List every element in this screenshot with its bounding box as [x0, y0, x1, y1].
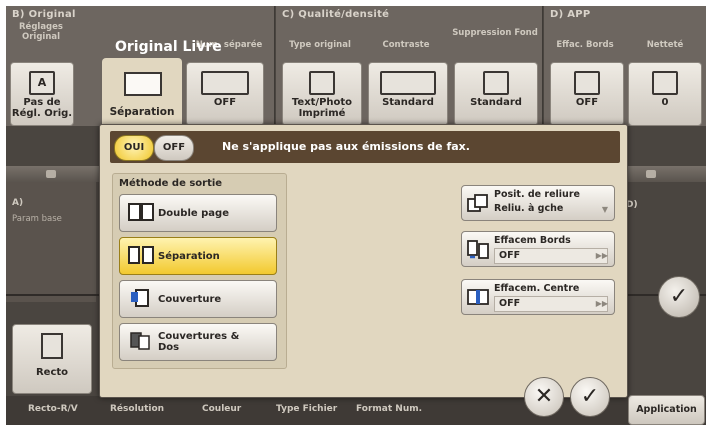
background-removal-icon [483, 71, 509, 95]
recto-label: Recto [35, 367, 69, 378]
popup-tab-label: Séparation [109, 106, 175, 118]
toggle-on-button[interactable]: OUI [114, 135, 154, 161]
app-header: D) APP [550, 9, 591, 20]
covers-and-back-label: Couvertures & Dos [158, 331, 240, 353]
contrast-button[interactable]: Standard [368, 62, 448, 126]
original-type-button[interactable]: Text/Photo Imprimé [282, 62, 362, 126]
edge-erase-button[interactable]: Effacem Bords OFF ▶▶ [461, 231, 615, 267]
chevron-right-icon: ▶▶ [595, 251, 608, 260]
page-numbers-icon [201, 71, 249, 95]
main-ok-button[interactable]: ✓ [658, 276, 700, 318]
application-button[interactable]: Application [628, 395, 705, 425]
output-method-group: Méthode de sortie Double page Séparation [112, 173, 287, 369]
recto-button[interactable]: Recto [12, 324, 92, 394]
separation-label: Séparation [158, 250, 220, 262]
a-letter-icon: A [29, 71, 55, 95]
scroll-knob[interactable] [46, 170, 56, 178]
app-col2-label: Netteté [646, 40, 684, 50]
contrast-icon [380, 71, 436, 95]
tab-resolution[interactable]: Résolution [110, 404, 164, 414]
center-erase-title: Effacem. Centre [494, 283, 580, 294]
background-removal-button[interactable]: Standard [454, 62, 538, 126]
separate-scan-value: OFF [213, 97, 237, 108]
cover-icon [131, 289, 149, 307]
center-erase-button[interactable]: Effacem. Centre OFF ▶▶ [461, 279, 615, 315]
center-erase-value: OFF [499, 298, 521, 309]
cover-button[interactable]: Couverture [119, 280, 277, 318]
edge-erase-icon [467, 240, 489, 259]
binding-position-icon [467, 194, 488, 212]
app-panel: D) APP Effac. Bords Netteté OFF 0 [544, 6, 706, 126]
binding-position-value: Reliu. à gche [494, 203, 564, 214]
single-side-icon [41, 333, 63, 359]
center-erase-field: OFF [494, 296, 608, 312]
binding-position-title: Posit. de reliure [494, 189, 580, 200]
tab-recto-verso[interactable]: Recto-R/V [28, 404, 78, 414]
edge-erase-bg-button[interactable]: OFF [550, 62, 624, 126]
chevron-right-icon: ▶▶ [595, 299, 608, 308]
covers-and-back-button[interactable]: Couvertures & Dos [119, 323, 277, 361]
quality-col3-label: Suppression Fond [452, 28, 538, 38]
basic-settings-panel: A) Param base [6, 182, 96, 302]
popup-title: Original Livre [115, 39, 222, 55]
quality-header: C) Qualité/densité [282, 9, 390, 20]
app-col1-label: Effac. Bords [556, 40, 614, 50]
text-photo-icon [309, 71, 335, 95]
dropdown-arrow-icon: ▼ [601, 205, 608, 214]
separate-scan-button[interactable]: OFF [186, 62, 264, 126]
no-original-setting-label: Pas de Régl. Orig. [11, 97, 73, 119]
tab-color[interactable]: Couleur [202, 404, 241, 414]
original-col1-label: Réglages Original [19, 22, 63, 42]
book-original-dialog: OUI OFF Ne s'applique pas aux émissions … [99, 124, 628, 417]
open-book-icon [128, 203, 154, 221]
output-method-label: Méthode de sortie [119, 178, 223, 189]
quality-col2-label: Contraste [382, 40, 430, 50]
separation-button[interactable]: Séparation [119, 237, 277, 275]
sharpness-icon [652, 71, 678, 95]
cancel-button[interactable]: ✕ [524, 377, 564, 417]
book-icon [124, 72, 162, 96]
edge-erase-bg-value: OFF [575, 97, 599, 108]
ok-button[interactable]: ✓ [570, 377, 610, 417]
center-erase-icon [467, 289, 489, 305]
edge-erase-value: OFF [499, 250, 521, 261]
copier-screen: B) Original Réglages Original Num. sépar… [6, 6, 706, 425]
fax-warning-message: Ne s'applique pas aux émissions de fax. [222, 140, 470, 153]
double-page-label: Double page [158, 207, 229, 219]
double-page-button[interactable]: Double page [119, 194, 277, 232]
tab-file-type[interactable]: Type Fichier [276, 404, 337, 414]
background-removal-value: Standard [470, 97, 522, 108]
cover-label: Couverture [158, 293, 222, 305]
dialog-header: OUI OFF Ne s'applique pas aux émissions … [110, 131, 620, 163]
no-original-setting-button[interactable]: A Pas de Régl. Orig. [10, 62, 74, 126]
separated-pages-icon [128, 246, 154, 264]
scroll-knob[interactable] [646, 170, 656, 178]
toggle-off-button[interactable]: OFF [154, 135, 194, 161]
binding-position-button[interactable]: Posit. de reliure Reliu. à gche ▼ [461, 185, 615, 221]
sharpness-button[interactable]: 0 [628, 62, 702, 126]
covers-back-icon [130, 332, 150, 350]
edge-erase-icon [574, 71, 600, 95]
basic-settings-header: A) [12, 198, 24, 208]
original-type-value: Text/Photo Imprimé [291, 97, 353, 119]
quality-panel: C) Qualité/densité Type original Contras… [276, 6, 543, 126]
edge-erase-title: Effacem Bords [494, 235, 571, 246]
edge-erase-field: OFF [494, 248, 608, 264]
original-header: B) Original [12, 9, 76, 20]
sharpness-value: 0 [661, 97, 669, 108]
tab-scan-size[interactable]: Format Num. [356, 404, 422, 414]
quality-col1-label: Type original [289, 40, 351, 50]
contrast-value: Standard [382, 97, 434, 108]
basic-settings-label: Param base [12, 214, 62, 224]
